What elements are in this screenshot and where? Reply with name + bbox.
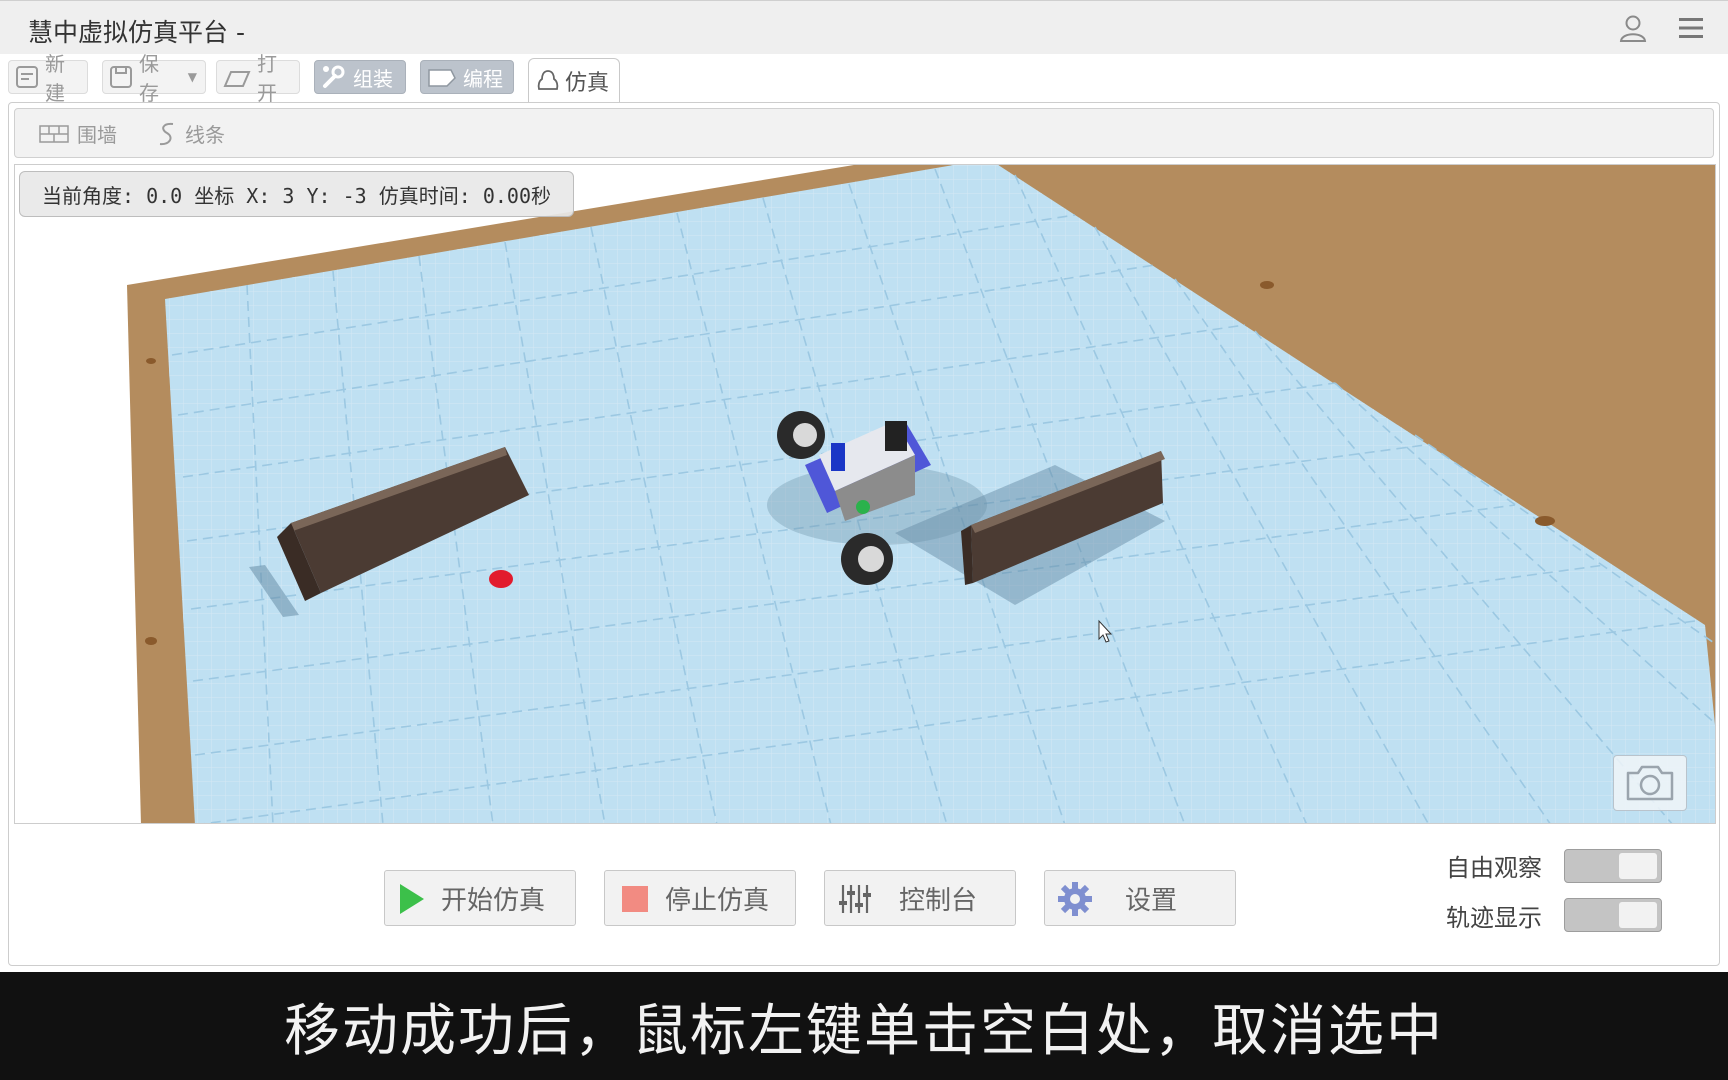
status-readout: 当前角度: 0.0 坐标 X: 3 Y: -3 仿真时间: 0.00秒 — [19, 171, 574, 217]
hamburger-menu-icon[interactable] — [1678, 15, 1704, 41]
assemble-button[interactable]: 组装 — [314, 60, 406, 94]
wall-tool-label: 围墙 — [77, 123, 117, 147]
puzzle-block-icon — [428, 69, 456, 87]
console-button[interactable]: 控制台 — [824, 870, 1016, 926]
video-subtitle: 移动成功后，鼠标左键单击空白处，取消选中 — [284, 998, 1444, 1064]
tab-simulation-label: 仿真 — [565, 70, 610, 96]
app-title: 慧中虚拟仿真平台 - — [28, 18, 245, 47]
free-view-label: 自由观察 — [1446, 854, 1542, 882]
program-button-label: 编程 — [463, 66, 503, 91]
open-button[interactable]: 打开 — [216, 52, 300, 105]
play-icon — [400, 884, 424, 914]
trace-display-toggle[interactable] — [1564, 898, 1662, 932]
free-view-toggle[interactable] — [1564, 849, 1662, 883]
tab-simulation[interactable]: 仿真 — [528, 58, 620, 102]
arena-board[interactable] — [15, 165, 1716, 824]
new-button-label: 新建 — [45, 52, 65, 105]
stop-simulation-label: 停止仿真 — [665, 885, 770, 916]
scene-toolbar: 围墙 线条 — [14, 108, 1714, 158]
screenshot-button[interactable] — [1613, 755, 1687, 811]
line-tool-label: 线条 — [185, 123, 225, 147]
user-icon[interactable] — [1618, 13, 1648, 43]
stop-simulation-button[interactable]: 停止仿真 — [604, 870, 796, 926]
settings-button[interactable]: 设置 — [1044, 870, 1236, 926]
video-subtitle-bar: 移动成功后，鼠标左键单击空白处，取消选中 — [0, 972, 1728, 1080]
title-bar: 慧中虚拟仿真平台 - — [0, 0, 1728, 54]
wrench-icon — [323, 65, 345, 88]
target-marker[interactable] — [489, 570, 513, 588]
trace-display-label: 轨迹显示 — [1446, 904, 1542, 932]
console-label: 控制台 — [899, 885, 978, 916]
open-folder-icon — [223, 71, 251, 87]
wall-tool-button[interactable]: 围墙 — [39, 119, 117, 148]
assemble-button-label: 组装 — [353, 66, 393, 91]
stop-icon — [622, 886, 648, 912]
save-button-label: 保存 — [139, 52, 159, 105]
gear-icon — [1058, 882, 1092, 916]
main-toolbar: 新建 保存 ▼ 打开 组装 编程 仿真 — [0, 52, 1728, 105]
new-file-icon — [16, 66, 38, 88]
start-simulation-button[interactable]: 开始仿真 — [384, 870, 576, 926]
trace-display-row: 轨迹显示 — [1446, 898, 1542, 933]
save-button[interactable]: 保存 ▼ — [102, 52, 206, 105]
program-button[interactable]: 编程 — [420, 60, 514, 94]
line-curve-icon — [159, 122, 174, 145]
settings-label: 设置 — [1125, 885, 1178, 916]
open-button-label: 打开 — [257, 52, 277, 105]
new-button[interactable]: 新建 — [8, 52, 88, 105]
line-tool-button[interactable]: 线条 — [157, 119, 225, 148]
sliders-icon — [839, 885, 871, 913]
free-view-row: 自由观察 — [1446, 848, 1542, 883]
start-simulation-label: 开始仿真 — [441, 885, 546, 916]
brick-wall-icon — [39, 124, 69, 143]
simulation-viewport[interactable]: 当前角度: 0.0 坐标 X: 3 Y: -3 仿真时间: 0.00秒 — [14, 164, 1716, 824]
simulation-tab-icon — [537, 69, 559, 90]
save-icon — [110, 66, 132, 88]
camera-icon — [1626, 765, 1674, 801]
save-dropdown-icon[interactable]: ▼ — [188, 70, 197, 84]
